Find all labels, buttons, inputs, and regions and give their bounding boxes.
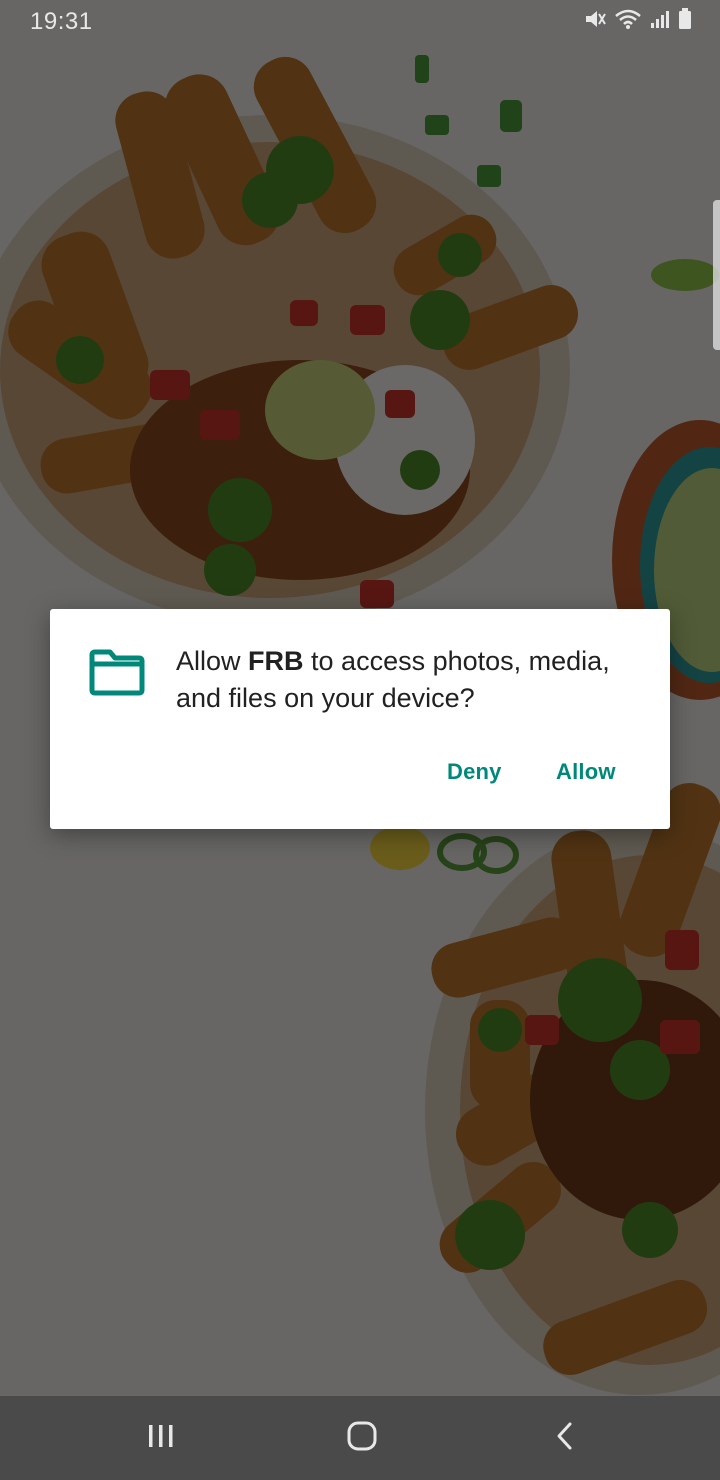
- message-prefix: Allow: [176, 646, 249, 676]
- home-button[interactable]: [340, 1418, 384, 1458]
- battery-icon: [678, 8, 692, 30]
- edge-panel-handle[interactable]: [713, 200, 720, 350]
- status-icons: [584, 8, 692, 30]
- mute-icon: [584, 8, 606, 30]
- recents-icon: [146, 1422, 176, 1455]
- recents-button[interactable]: [139, 1418, 183, 1458]
- folder-icon: [88, 649, 146, 697]
- back-button[interactable]: [542, 1418, 586, 1458]
- allow-button[interactable]: Allow: [556, 759, 616, 785]
- home-icon: [346, 1420, 378, 1457]
- navigation-bar: [0, 1396, 720, 1480]
- deny-button[interactable]: Deny: [447, 759, 502, 785]
- permission-message: Allow FRB to access photos, media, and f…: [176, 643, 636, 717]
- signal-icon: [650, 9, 670, 29]
- back-icon: [554, 1421, 574, 1456]
- status-time: 19:31: [30, 8, 93, 35]
- permission-dialog: Allow FRB to access photos, media, and f…: [50, 609, 670, 829]
- app-name: FRB: [248, 646, 304, 676]
- wifi-icon: [614, 8, 642, 30]
- status-bar: 19:31: [0, 0, 720, 44]
- permission-screen: 19:31 Allow FRB to access photos, media,…: [0, 0, 720, 1480]
